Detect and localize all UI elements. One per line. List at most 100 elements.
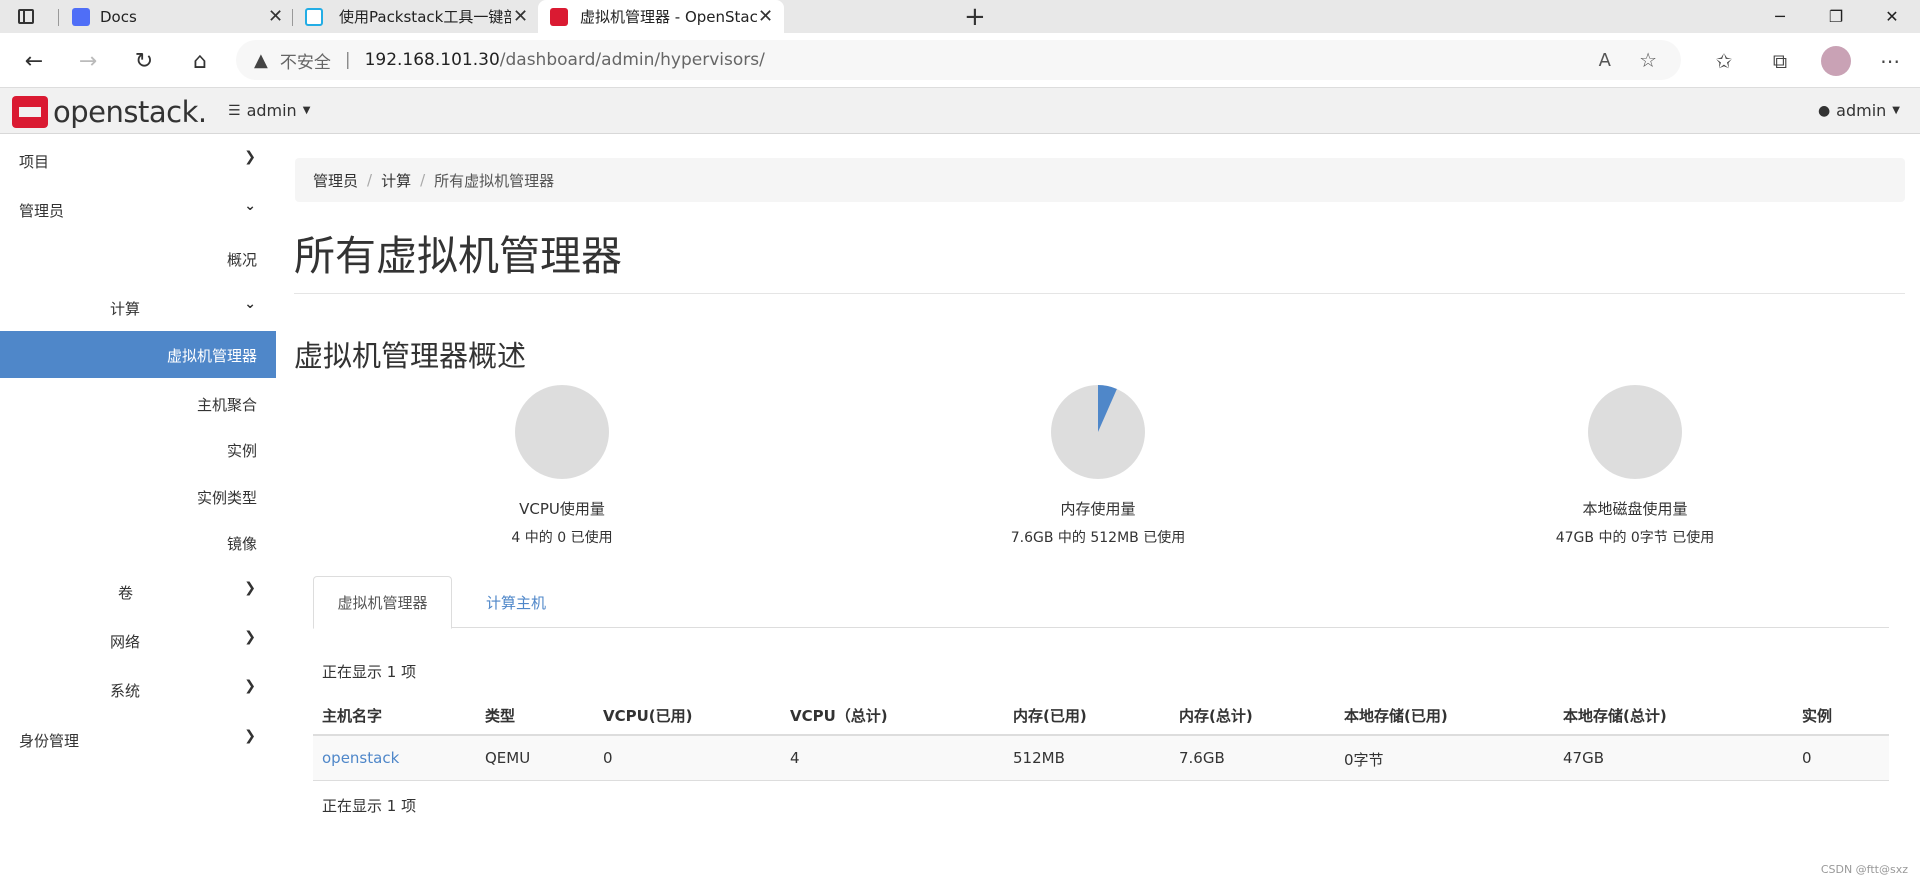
- address-bar: ← → ↻ ⌂ ▲ 不安全 | 192.168.101.30 /dashboar…: [0, 33, 1920, 88]
- breadcrumb-item-current: 所有虚拟机管理器: [434, 171, 555, 190]
- browser-tab-title: Docs: [100, 7, 137, 26]
- url-input[interactable]: ▲ 不安全 | 192.168.101.30 /dashboard/admin/…: [236, 40, 1681, 80]
- column-header[interactable]: 本地存储(总计): [1563, 705, 1667, 726]
- close-icon[interactable]: ✕: [513, 6, 528, 27]
- sidebar-item-hypervisors[interactable]: 虚拟机管理器: [0, 331, 276, 378]
- table-count-top: 正在显示 1 项: [322, 663, 417, 681]
- vcpu-usage-detail: 4 中的 0 已使用: [511, 530, 613, 546]
- sidebar: 项目 ❯ 管理员 ⌄ 概况 计算 ⌄ 虚拟机管理器 主机聚合 实例 实例类型 镜…: [0, 134, 276, 882]
- favorites-icon[interactable]: ✩: [1706, 43, 1742, 79]
- pie-slice-free: [515, 385, 609, 479]
- sidebar-item-label: 实例: [226, 442, 257, 460]
- breadcrumb-separator: /: [420, 171, 426, 189]
- openstack-logo[interactable]: openstack.: [12, 96, 207, 128]
- breadcrumb-item-compute[interactable]: 计算: [381, 170, 411, 191]
- more-icon[interactable]: ⋯: [1872, 43, 1908, 79]
- column-header[interactable]: 内存(已用): [1013, 705, 1087, 726]
- home-icon[interactable]: ⌂: [182, 43, 218, 79]
- pie-slice-free: [1588, 385, 1682, 479]
- bilibili-icon: [305, 7, 323, 26]
- table-cell: 7.6GB: [1179, 749, 1225, 767]
- vcpu-usage-pie: [515, 385, 609, 479]
- breadcrumb-separator: /: [367, 171, 373, 189]
- column-header[interactable]: 本地存储(已用): [1344, 705, 1448, 726]
- project-name: admin: [246, 101, 297, 120]
- table-cell: 4: [790, 749, 800, 767]
- sidebar-item-instances[interactable]: 实例: [0, 426, 276, 472]
- minimize-icon[interactable]: ─: [1752, 0, 1808, 33]
- window-close-icon[interactable]: ✕: [1864, 0, 1920, 33]
- browser-tab-docs[interactable]: Docs ✕: [60, 0, 290, 33]
- content-tabs: 虚拟机管理器 计算主机: [313, 576, 1889, 629]
- column-header[interactable]: VCPU（总计): [790, 705, 888, 726]
- favorite-add-icon[interactable]: ☆: [1639, 48, 1657, 72]
- tab-hypervisors[interactable]: 虚拟机管理器: [313, 576, 452, 629]
- collections-icon[interactable]: ⧉: [1762, 43, 1798, 79]
- sidebar-item-label: 主机聚合: [196, 396, 257, 414]
- column-header[interactable]: 主机名字: [322, 705, 382, 726]
- disk-usage-label: 本地磁盘使用量: [1582, 500, 1688, 518]
- sidebar-item-volumes[interactable]: 卷 ❯: [0, 568, 276, 614]
- sidebar-item-label: 身份管理: [19, 732, 80, 750]
- chevron-right-icon: ❯: [244, 149, 256, 165]
- column-header[interactable]: 内存(总计): [1179, 705, 1253, 726]
- sidebar-item-flavors[interactable]: 实例类型: [0, 473, 276, 519]
- chevron-down-icon: ⌄: [244, 296, 256, 312]
- column-header[interactable]: VCPU(已用): [603, 705, 693, 726]
- project-selector[interactable]: ☰ admin ▼: [228, 101, 310, 120]
- user-name: admin: [1836, 101, 1887, 120]
- browser-tab-hypervisors[interactable]: 虚拟机管理器 - OpenStack Dashl ✕: [538, 0, 784, 33]
- forward-icon[interactable]: →: [70, 43, 106, 79]
- sidebar-item-label: 概况: [226, 251, 257, 269]
- breadcrumb-item-admin[interactable]: 管理员: [313, 170, 358, 191]
- sidebar-item-images[interactable]: 镜像: [0, 519, 276, 565]
- sidebar-item-network[interactable]: 网络 ❯: [0, 617, 276, 663]
- disk-usage-detail: 47GB 中的 0字节 已使用: [1555, 530, 1715, 546]
- chevron-right-icon: ❯: [244, 678, 256, 694]
- close-icon[interactable]: ✕: [758, 6, 773, 27]
- chevron-down-icon: ⌄: [244, 198, 256, 214]
- sidebar-item-label: 管理员: [19, 202, 65, 220]
- memory-usage-pie: [1051, 385, 1145, 479]
- security-label: 不安全: [279, 52, 331, 73]
- restore-icon[interactable]: ❐: [1808, 0, 1864, 33]
- sidebar-item-identity[interactable]: 身份管理 ❯: [0, 716, 276, 762]
- hostname-link[interactable]: openstack: [322, 749, 399, 767]
- caret-down-icon: ▼: [302, 105, 311, 116]
- openstack-header: openstack. ☰ admin ▼ ● admin ▼: [0, 88, 1920, 134]
- back-icon[interactable]: ←: [16, 43, 52, 79]
- read-aloud-icon[interactable]: A: [1599, 50, 1611, 71]
- sidebar-item-system[interactable]: 系统 ❯: [0, 666, 276, 712]
- warning-icon[interactable]: ▲: [254, 50, 268, 71]
- disk-usage-pie: [1588, 385, 1682, 479]
- chevron-right-icon: ❯: [244, 728, 256, 744]
- sidebar-item-label: 卷: [118, 584, 134, 602]
- page-title: 所有虚拟机管理器: [294, 232, 622, 280]
- sidebar-item-host-aggregates[interactable]: 主机聚合: [0, 380, 276, 426]
- table-header: 主机名字 类型 VCPU(已用) VCPU（总计) 内存(已用) 内存(总计) …: [313, 697, 1889, 736]
- column-header[interactable]: 类型: [485, 705, 515, 726]
- sidebar-item-label: 实例类型: [196, 489, 257, 507]
- openstack-favicon: [550, 7, 568, 26]
- url-host: 192.168.101.30: [364, 50, 500, 70]
- close-icon[interactable]: ✕: [268, 6, 283, 27]
- browser-tab-packstack[interactable]: 使用Packstack工具一键部署Oper ✕: [295, 0, 535, 33]
- sidebar-item-compute[interactable]: 计算 ⌄: [0, 284, 276, 330]
- refresh-icon[interactable]: ↻: [126, 43, 162, 79]
- user-menu[interactable]: ● admin ▼: [1818, 101, 1900, 120]
- new-tab-button[interactable]: +: [964, 2, 986, 32]
- sidebar-item-admin[interactable]: 管理员 ⌄: [0, 186, 276, 232]
- sidebar-item-overview[interactable]: 概况: [0, 235, 276, 281]
- tab-actions-icon[interactable]: [18, 9, 34, 24]
- avatar[interactable]: [1818, 43, 1854, 79]
- chevron-right-icon: ❯: [244, 580, 256, 596]
- tab-compute-hosts[interactable]: 计算主机: [461, 576, 571, 628]
- table-count-bottom: 正在显示 1 项: [322, 797, 417, 815]
- table-cell: 0字节: [1344, 751, 1384, 769]
- memory-usage-detail: 7.6GB 中的 512MB 已使用: [1010, 530, 1186, 546]
- browser-tab-title: 虚拟机管理器 - OpenStack Dashl: [580, 8, 758, 26]
- table-cell: 47GB: [1563, 749, 1605, 767]
- sidebar-item-project[interactable]: 项目 ❯: [0, 137, 276, 183]
- column-header[interactable]: 实例: [1802, 705, 1832, 726]
- table-cell: 512MB: [1013, 749, 1065, 767]
